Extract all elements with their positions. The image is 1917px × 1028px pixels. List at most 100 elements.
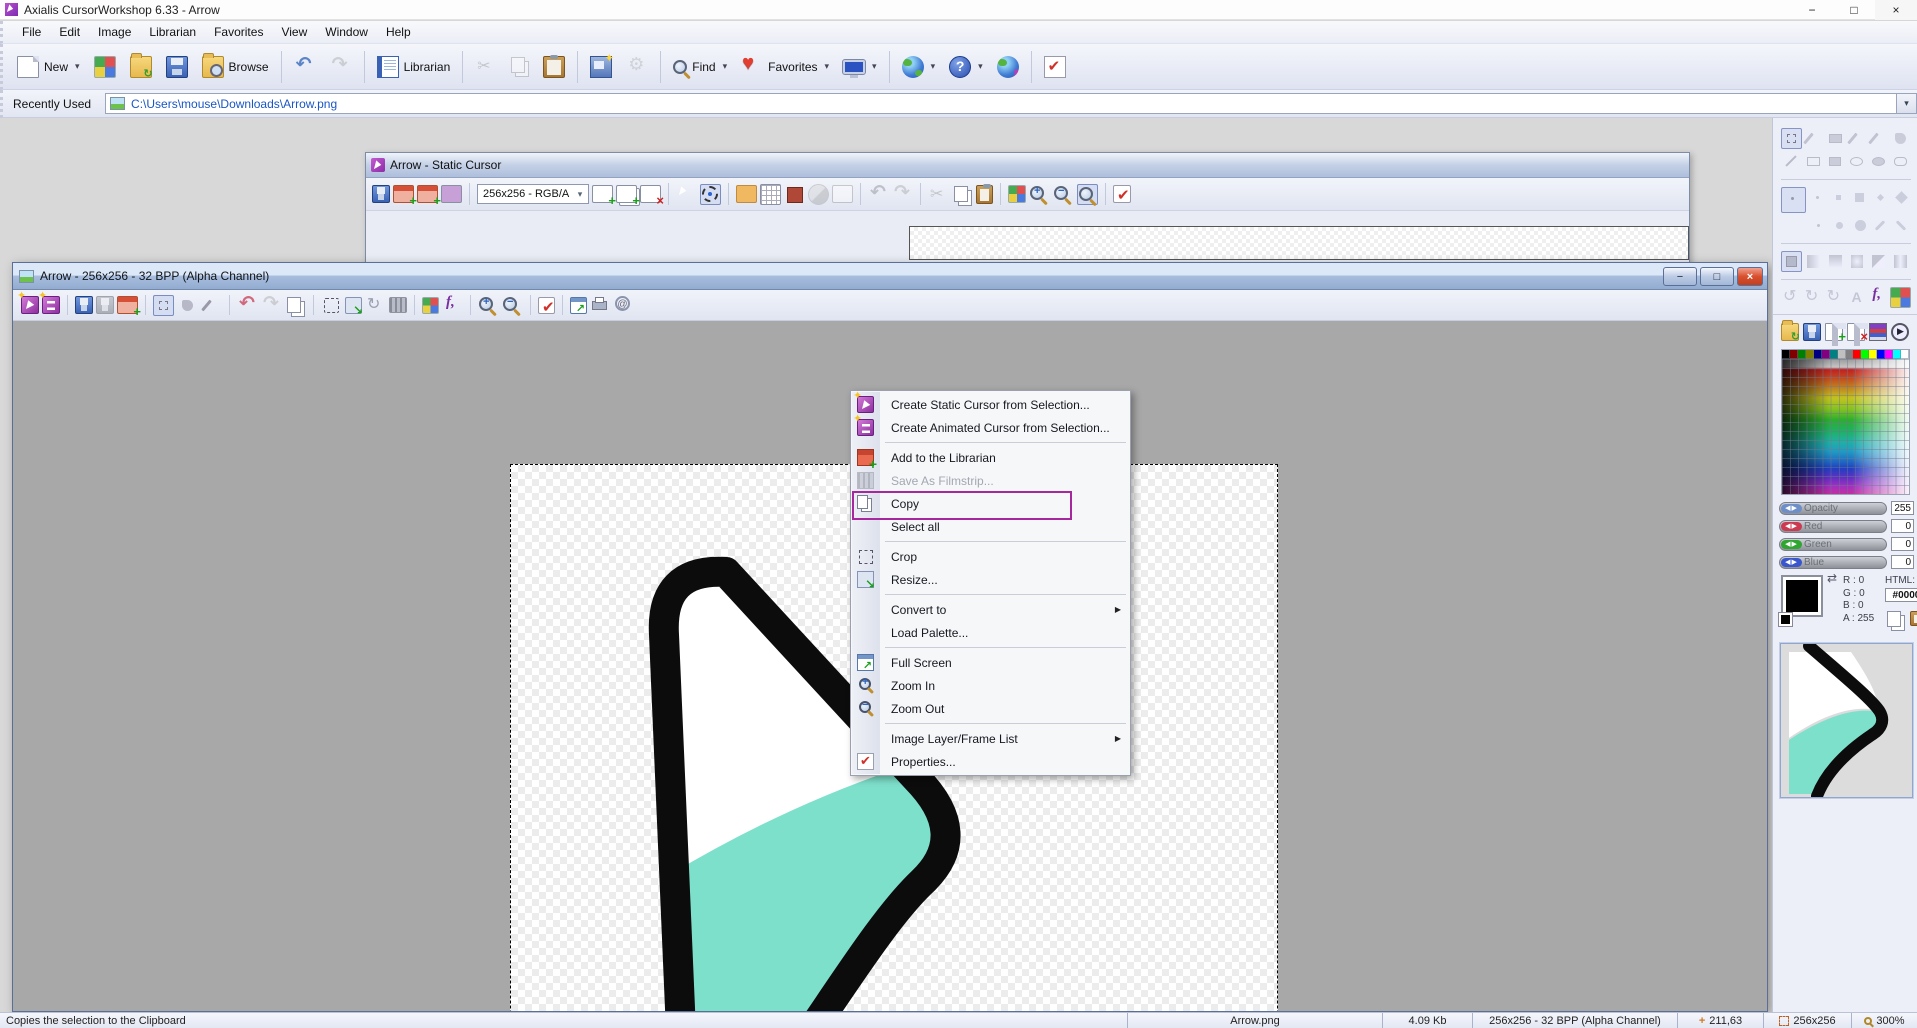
opaque-toggle-icon[interactable] (808, 184, 829, 205)
image-document-title-bar[interactable]: Arrow - 256x256 - 32 BPP (Alpha Channel)… (13, 263, 1767, 290)
paste-button[interactable] (537, 48, 571, 86)
rounded-rectangle-tool-icon[interactable] (1890, 151, 1911, 172)
help-button[interactable] (943, 48, 989, 86)
menu-bar-item[interactable]: Edit (50, 22, 89, 42)
menu-item-zoom-out[interactable]: Zoom Out (851, 697, 1130, 720)
redo-button[interactable] (324, 48, 358, 86)
zoom-out-icon[interactable] (502, 295, 523, 316)
redo-icon[interactable] (892, 184, 913, 205)
menu-bar-item[interactable]: Librarian (140, 22, 205, 42)
save-button[interactable] (160, 48, 194, 86)
rotate-180-icon[interactable] (1825, 287, 1846, 308)
brush-size-8[interactable] (1850, 215, 1870, 236)
palette-icon[interactable] (1008, 185, 1026, 203)
add-frame-icon[interactable] (393, 185, 414, 203)
menu-bar-item[interactable]: Window (316, 22, 377, 42)
menu-item-crop[interactable]: Crop (851, 545, 1130, 568)
save-cursor-icon[interactable] (372, 185, 390, 203)
menu-bar-item[interactable]: Help (377, 22, 420, 42)
palette-color-cell[interactable] (1798, 350, 1806, 359)
screen-mode-button[interactable] (837, 48, 883, 86)
wizard-button[interactable] (584, 48, 618, 86)
save-palette-icon[interactable] (1803, 323, 1821, 341)
palette-color-cell[interactable] (1861, 350, 1869, 359)
rotate-icon[interactable] (365, 295, 386, 316)
menu-item-properties[interactable]: Properties... (851, 750, 1130, 773)
text-tool-icon[interactable] (1846, 287, 1867, 308)
new-palette-icon[interactable] (1825, 323, 1843, 341)
filled-ellipse-tool-icon[interactable] (1868, 151, 1889, 172)
create-animated-cursor-icon[interactable] (42, 296, 60, 314)
format-dropdown-arrow[interactable]: ▾ (572, 189, 588, 200)
primary-color-swatch[interactable] (1781, 575, 1823, 617)
menu-item-full-screen[interactable]: Full Screen (851, 651, 1130, 674)
image-panel-toggle-icon[interactable] (736, 185, 757, 203)
line-tool-icon[interactable] (1781, 151, 1802, 172)
slider-value[interactable]: 0 (1891, 555, 1914, 569)
brush-backslash[interactable] (1891, 215, 1911, 236)
image-format-select[interactable]: 256x256 - RGB/A ▾ (477, 184, 589, 204)
palette-color-cell[interactable] (1901, 350, 1909, 359)
browse-button[interactable]: Browse (196, 48, 275, 86)
menu-item-create-animated-cursor-from-selection[interactable]: Create Animated Cursor from Selection... (851, 416, 1130, 439)
brush-size-7[interactable] (1829, 215, 1849, 236)
doc-minimize-button[interactable]: − (1663, 267, 1697, 286)
image-preview-thumbnail[interactable] (1780, 643, 1913, 798)
brush-size-4[interactable] (1870, 187, 1890, 208)
app-maximize-button[interactable]: □ (1833, 0, 1875, 20)
palette-color-cell[interactable] (1830, 350, 1838, 359)
palette-color-cell[interactable] (1853, 350, 1861, 359)
slider-value[interactable]: 255 (1891, 501, 1914, 515)
find-dropdown-arrow[interactable] (723, 61, 728, 72)
frame-list-icon[interactable] (441, 185, 462, 203)
zoom-custom-icon[interactable] (1077, 184, 1098, 205)
menu-item-image-layer-frame-list[interactable]: Image Layer/Frame List (851, 727, 1130, 750)
hand-tool-icon[interactable] (177, 295, 198, 316)
delete-palette-icon[interactable] (1847, 323, 1865, 341)
doc-close-button[interactable]: × (1737, 267, 1763, 286)
undo-icon[interactable] (868, 184, 889, 205)
frame-strip-toggle-icon[interactable] (832, 185, 853, 203)
crop-icon[interactable] (324, 298, 339, 313)
static-cursor-window-title-bar[interactable]: Arrow - Static Cursor (366, 153, 1689, 178)
recently-used-dropdown-arrow[interactable]: ▾ (1897, 93, 1917, 114)
slider-track[interactable]: ◀▶ Green (1779, 538, 1887, 551)
palette-icon[interactable] (422, 297, 439, 314)
print-icon[interactable] (590, 295, 611, 316)
palette-color-cell[interactable] (1806, 350, 1814, 359)
palette-list-icon[interactable] (1869, 323, 1887, 341)
palette-color-cell[interactable] (1885, 350, 1893, 359)
fill-style-gradient-v[interactable] (1825, 251, 1846, 272)
app-minimize-button[interactable]: − (1791, 0, 1833, 20)
menu-bar-item[interactable]: File (13, 22, 50, 42)
register-button[interactable] (1038, 48, 1072, 86)
info-icon[interactable]: @ (614, 295, 635, 316)
hotspot-tool-icon[interactable] (700, 184, 721, 205)
add-image-icon[interactable] (592, 185, 613, 203)
brush-size-5[interactable] (1891, 187, 1911, 208)
duplicate-frame-icon[interactable] (417, 185, 438, 203)
copy-button[interactable] (505, 48, 535, 86)
select-tool-icon[interactable] (1781, 128, 1802, 149)
palette-color-cell[interactable] (1814, 350, 1822, 359)
slider-value[interactable]: 0 (1891, 519, 1914, 533)
find-button[interactable]: Find (667, 48, 733, 86)
small-color-swatch[interactable] (1779, 613, 1792, 626)
menu-item-zoom-in[interactable]: Zoom In (851, 674, 1130, 697)
menu-bar-item[interactable]: Favorites (205, 22, 272, 42)
slider-value[interactable]: 0 (1891, 537, 1914, 551)
help-dropdown-arrow[interactable] (978, 61, 983, 72)
fill-style-radial[interactable] (1847, 251, 1868, 272)
menu-item-resize[interactable]: Resize... (851, 568, 1130, 591)
brush-slash[interactable] (1870, 215, 1890, 236)
slider-spinner[interactable]: ◀▶ (1781, 558, 1802, 567)
brush-size-2[interactable] (1828, 187, 1848, 208)
fit-window-icon[interactable] (570, 297, 587, 314)
cursor-preview-grid[interactable] (909, 226, 1689, 260)
wand-tool-icon[interactable] (201, 295, 222, 316)
menu-item-convert-to[interactable]: Convert to (851, 598, 1130, 621)
cut-button[interactable] (469, 48, 503, 86)
redo-icon[interactable] (261, 295, 282, 316)
brush-size-6[interactable] (1808, 215, 1828, 236)
slider-track[interactable]: ◀▶ Red (1779, 520, 1887, 533)
